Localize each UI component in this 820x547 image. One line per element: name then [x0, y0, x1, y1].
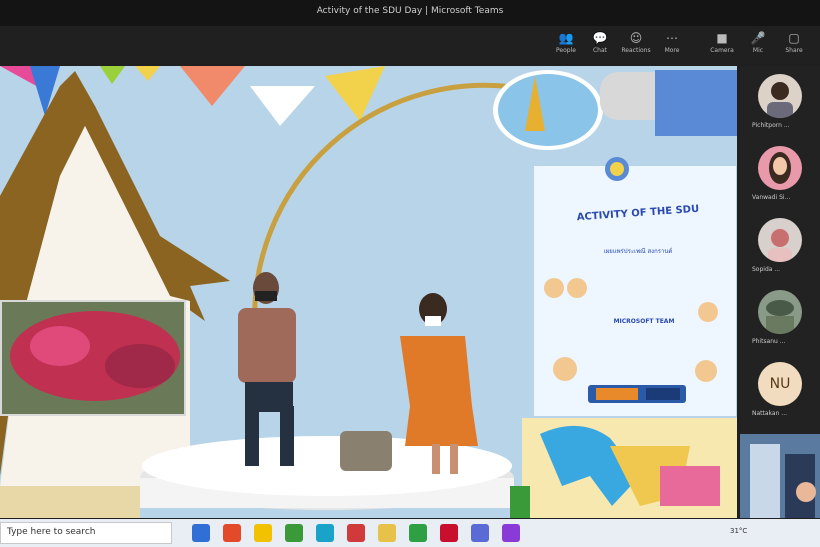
title-bar: Activity of the SDU Day | Microsoft Team… — [0, 0, 820, 26]
os-taskbar: Type here to search 31°C — [0, 519, 820, 547]
meeting-toolbar: 👥 People 💬 Chat ☺ Reactions ⋯ More ■ Cam… — [0, 26, 820, 64]
participant-name: Vanwadi Si... — [752, 194, 791, 201]
reactions-button[interactable]: ☺ Reactions — [618, 30, 654, 62]
taskbar-app-icon[interactable] — [502, 524, 520, 542]
avatar — [758, 146, 802, 190]
participant-name: Phitsanu ... — [752, 338, 786, 345]
camera-button[interactable]: ■ Camera — [704, 30, 740, 62]
participant-tile[interactable]: Vanwadi Si... — [740, 138, 820, 204]
share-button[interactable]: ▢ Share — [776, 30, 812, 62]
taskbar-app-icon[interactable] — [285, 524, 303, 542]
taskbar-app-icon[interactable] — [254, 524, 272, 542]
avatar — [758, 74, 802, 118]
avatar-initials: NU — [758, 362, 802, 406]
window-title: Activity of the SDU Day | Microsoft Team… — [316, 6, 504, 16]
weather-widget[interactable]: 31°C — [730, 527, 747, 535]
participant-tile[interactable]: NU Nattakan ... — [740, 354, 820, 420]
participant-tile[interactable]: Phitsanu ... — [740, 282, 820, 348]
poster-team-label: MICROSOFT TEAM — [613, 318, 675, 325]
taskbar-app-icon[interactable] — [347, 524, 365, 542]
participant-name: Nattakan ... — [752, 410, 788, 417]
chat-button[interactable]: 💬 Chat — [582, 30, 618, 62]
more-button[interactable]: ⋯ More — [654, 30, 690, 62]
avatar — [758, 290, 802, 334]
taskbar-app-icon[interactable] — [471, 524, 489, 542]
taskbar-app-icon[interactable] — [192, 524, 210, 542]
taskbar-app-icon[interactable] — [440, 524, 458, 542]
participant-name: Pichitporn ... — [752, 122, 790, 129]
poster-subtitle: เผยแพร่ประเพณี สงกรานต์ — [603, 248, 673, 255]
participant-name: Sopida ... — [752, 266, 781, 273]
stage-scene — [0, 66, 737, 518]
share-screen-icon: ▢ — [788, 31, 800, 45]
microphone-icon: 🎤 — [750, 31, 766, 45]
mic-button[interactable]: 🎤 Mic — [740, 30, 776, 62]
chat-icon: 💬 — [592, 31, 608, 45]
smiley-icon: ☺ — [629, 31, 643, 45]
self-video-preview[interactable] — [740, 434, 820, 518]
avatar — [758, 218, 802, 262]
ellipsis-icon: ⋯ — [666, 31, 678, 45]
taskbar-app-icon[interactable] — [223, 524, 241, 542]
taskbar-search-input[interactable]: Type here to search — [0, 522, 172, 544]
taskbar-app-icon[interactable] — [316, 524, 334, 542]
taskbar-app-icon[interactable] — [378, 524, 396, 542]
participant-tile[interactable]: Sopida ... — [740, 210, 820, 276]
people-button[interactable]: 👥 People — [548, 30, 584, 62]
video-stage[interactable]: ACTIVITY OF THE SDU เผยแพร่ประเพณี สงกรา… — [0, 66, 737, 518]
participants-panel: Pichitporn ... Vanwadi Si... Sopida ... … — [740, 66, 820, 518]
people-icon: 👥 — [558, 31, 574, 45]
camera-icon: ■ — [716, 31, 728, 45]
participant-tile[interactable]: Pichitporn ... — [740, 66, 820, 132]
taskbar-app-icon[interactable] — [409, 524, 427, 542]
